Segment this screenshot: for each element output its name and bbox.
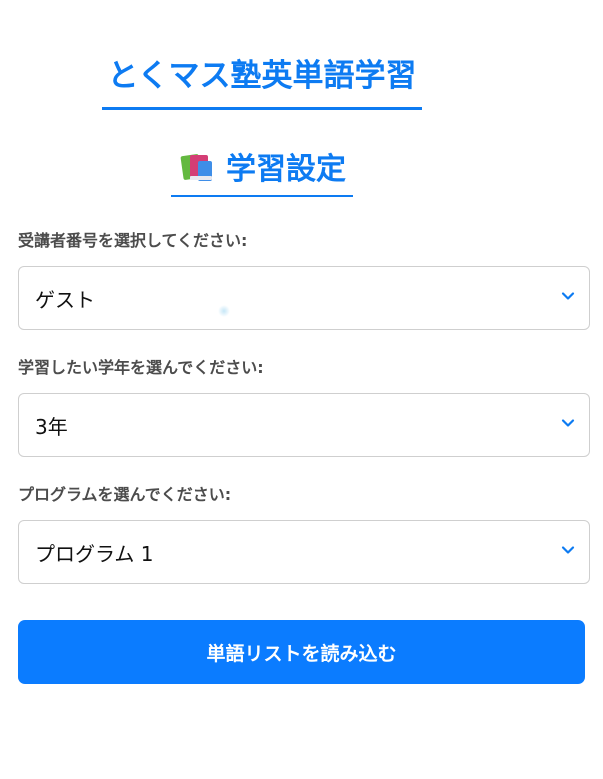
cursor-highlight: [218, 305, 230, 317]
chevron-down-icon: [561, 546, 575, 554]
student-number-value: ゲスト: [35, 287, 95, 312]
student-number-select[interactable]: ゲスト: [18, 266, 590, 330]
program-select[interactable]: プログラム 1: [18, 520, 590, 584]
student-number-label: 受講者番号を選択してください:: [18, 231, 248, 250]
grade-label: 学習したい学年を選んでください:: [18, 358, 264, 377]
program-label: プログラムを選んでください:: [18, 485, 232, 504]
program-value: プログラム 1: [35, 541, 154, 566]
chevron-down-icon: [561, 419, 575, 427]
chevron-down-icon: [561, 292, 575, 300]
settings-page: とくマス塾英単語学習 学習設定 受講者番号を選択してください: ゲスト 学習した…: [0, 0, 603, 779]
app-title-underline: [102, 107, 422, 110]
grade-select[interactable]: 3年: [18, 393, 590, 457]
section-title-underline: [171, 195, 353, 197]
grade-value: 3年: [35, 414, 68, 439]
app-title: とくマス塾英単語学習: [107, 58, 417, 94]
section-header: 学習設定: [171, 144, 353, 188]
load-word-list-button[interactable]: 単語リストを読み込む: [18, 620, 585, 684]
books-icon: [178, 149, 214, 183]
section-title: 学習設定: [226, 152, 346, 187]
